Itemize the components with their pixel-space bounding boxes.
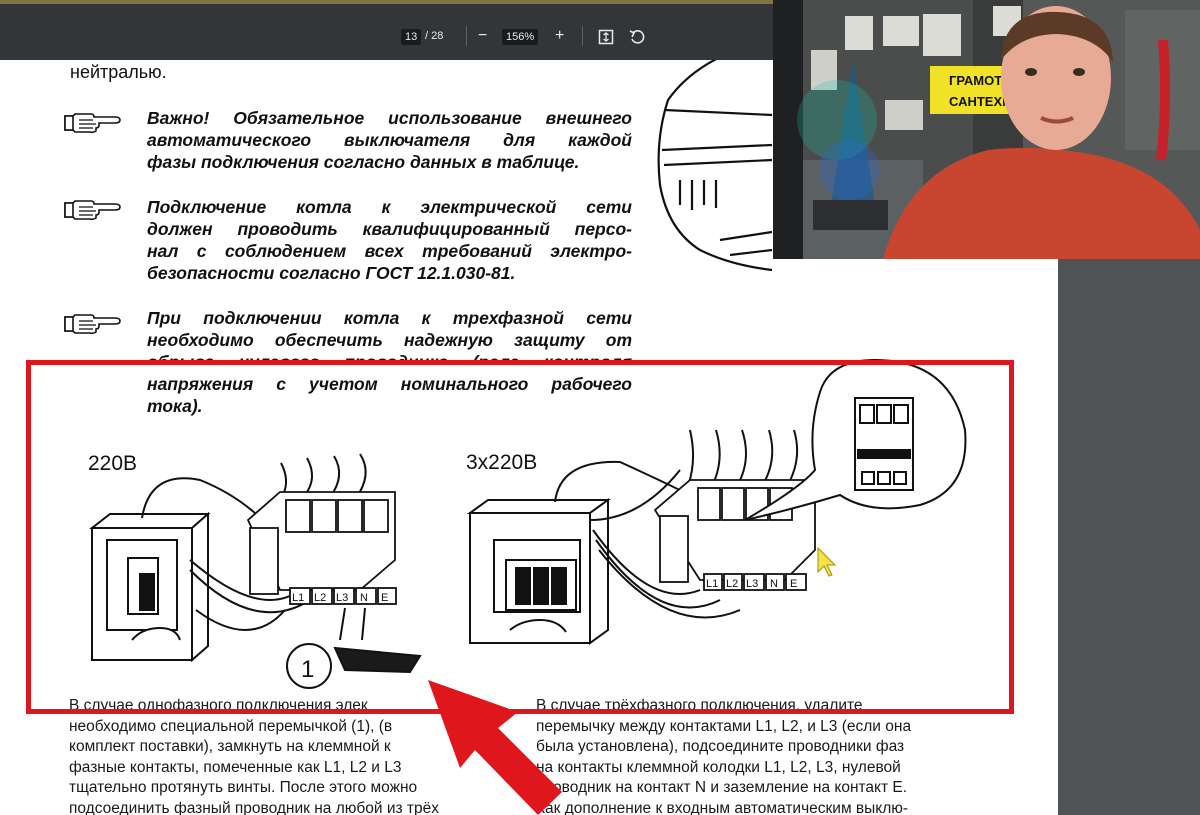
zoom-level-input[interactable]: 156% xyxy=(502,29,539,45)
zoom-in-button[interactable]: + xyxy=(555,28,564,44)
red-arrow-annotation xyxy=(428,680,562,815)
webcam-video: ГРАМОТН САНТЕХНИ xyxy=(773,0,1200,259)
page-total: / 28 xyxy=(425,30,444,42)
screen: нейтралью. Важно! Обязательное использов… xyxy=(0,0,1200,815)
fit-to-page-icon[interactable] xyxy=(598,29,614,45)
zoom-out-button[interactable]: − xyxy=(478,28,487,44)
highlight-frame xyxy=(26,360,1014,714)
toolbar-divider xyxy=(582,26,583,46)
toolbar-top-strip xyxy=(0,0,775,4)
pdf-toolbar: 13 / 28 − 156% + xyxy=(0,0,775,60)
page-number-input[interactable]: 13 xyxy=(401,29,422,45)
webcam-overlay: ГРАМОТН САНТЕХНИ xyxy=(773,0,1200,259)
rotate-icon[interactable] xyxy=(629,28,647,46)
toolbar-divider xyxy=(466,26,467,46)
